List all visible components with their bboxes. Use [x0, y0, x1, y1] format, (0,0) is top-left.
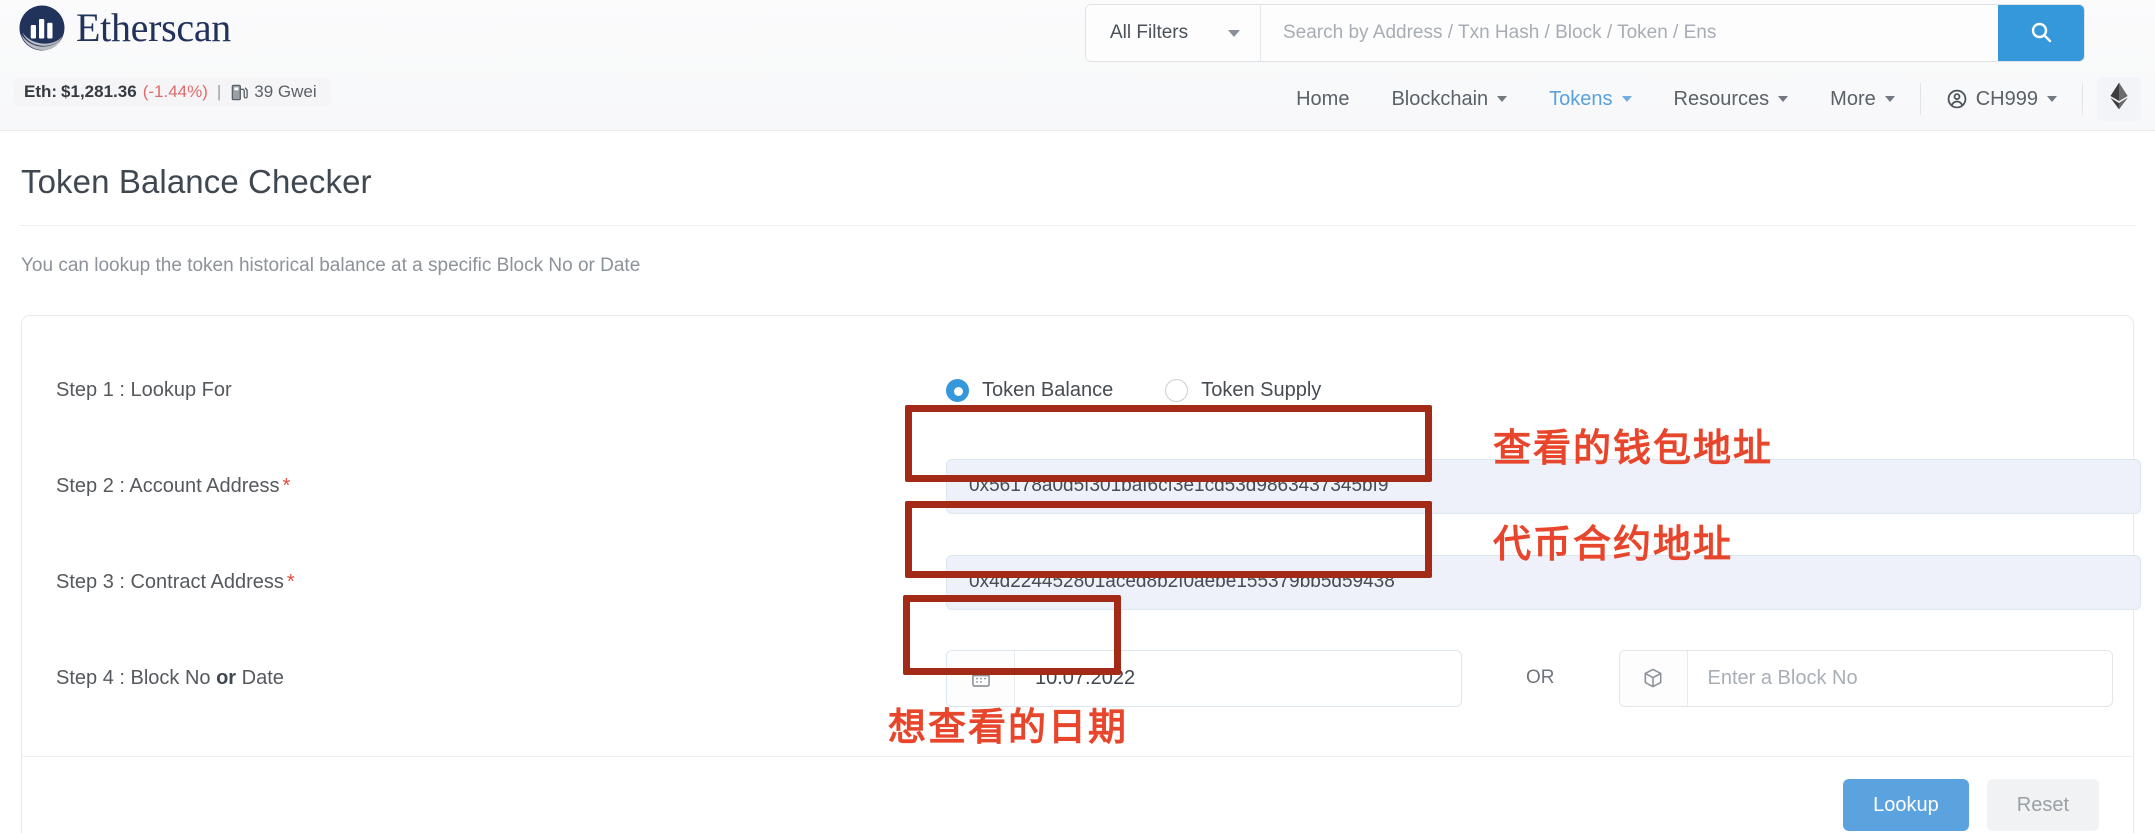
radio-token-balance[interactable]: Token Balance	[946, 378, 1114, 402]
step3-field	[946, 554, 2141, 610]
nav-item-blockchain[interactable]: Blockchain	[1370, 88, 1528, 111]
radio-token-balance-input[interactable]	[946, 378, 969, 402]
eth-price-value: $1,281.36	[61, 82, 137, 101]
date-input[interactable]	[1015, 650, 1461, 706]
etherscan-logo-icon	[18, 4, 66, 52]
nav-item-more[interactable]: More	[1809, 88, 1916, 111]
site-header: Etherscan Eth: $1,281.36 (-1.44%) | 39 G…	[0, 0, 2155, 131]
search-icon	[2029, 20, 2053, 47]
step4-label-post: Date	[236, 666, 284, 689]
step1-label: Step 1 : Lookup For	[56, 378, 232, 401]
chevron-down-icon	[1884, 96, 1895, 102]
form-row-step2: Step 2 : Account Address *	[22, 438, 2141, 534]
eth-price-label: Eth:	[24, 82, 58, 101]
eth-price-change: (-1.44%)	[142, 82, 208, 101]
eth-price-ticker: Eth: $1,281.36 (-1.44%) | 39 Gwei	[14, 77, 331, 107]
search-filter-label: All Filters	[1110, 22, 1189, 43]
search-submit-button[interactable]	[1998, 5, 2084, 61]
radio-token-supply[interactable]: Token Supply	[1165, 378, 1322, 402]
required-asterisk: *	[286, 570, 295, 593]
nav-label: Resources	[1673, 87, 1770, 110]
step1-field: Token Balance Token Supply	[946, 378, 2099, 402]
lookup-button[interactable]: Lookup	[1843, 779, 1969, 831]
form-row-step1: Step 1 : Lookup For Token Balance Token …	[22, 342, 2133, 438]
page-subtitle: You can lookup the token historical bala…	[21, 255, 641, 276]
chevron-down-icon	[1228, 29, 1240, 37]
user-circle-icon	[1946, 88, 1968, 110]
chevron-down-icon	[1497, 96, 1508, 102]
page-title: Token Balance Checker	[21, 163, 372, 200]
form-body: Step 1 : Lookup For Token Balance Token …	[22, 316, 2141, 726]
chevron-down-icon	[1621, 96, 1632, 102]
nav-label: More	[1830, 87, 1876, 110]
account-address-input[interactable]	[946, 458, 2141, 514]
nav-item-home[interactable]: Home	[1275, 88, 1370, 111]
step3-label: Step 3 : Contract Address *	[56, 571, 946, 594]
nav-item-tokens[interactable]: Tokens	[1528, 88, 1652, 111]
block-input-group	[1618, 649, 2113, 707]
search-input[interactable]	[1261, 5, 1998, 61]
chevron-down-icon	[2047, 96, 2057, 102]
nav-label: Blockchain	[1391, 87, 1489, 110]
step2-label-text: Step 2 : Account Address	[56, 474, 280, 497]
step2-label: Step 2 : Account Address *	[56, 475, 946, 498]
contract-address-input[interactable]	[946, 554, 2141, 610]
ticker-separator: |	[216, 82, 222, 101]
step4-label-or: or	[216, 666, 237, 689]
nav-item-resources[interactable]: Resources	[1653, 88, 1810, 111]
form-actions: Lookup Reset	[22, 757, 2133, 833]
cube-block-icon	[1619, 650, 1688, 706]
nav-divider	[1919, 83, 1921, 115]
step4-label-pre: Step 4 : Block No	[56, 666, 217, 689]
token-balance-form-card: Step 1 : Lookup For Token Balance Token …	[21, 315, 2141, 833]
form-row-step3: Step 3 : Contract Address *	[22, 534, 2141, 630]
reset-button[interactable]: Reset	[1986, 779, 2099, 831]
page-content: Token Balance Checker You can lookup the…	[0, 131, 2155, 833]
global-search-group: All Filters	[1085, 4, 2085, 62]
calendar-icon[interactable]	[947, 650, 1015, 706]
nav-label: Tokens	[1549, 87, 1613, 110]
gas-pump-icon	[230, 83, 249, 102]
gas-price-value: 39 Gwei	[254, 82, 317, 101]
step2-field	[946, 458, 2141, 514]
network-switch-button[interactable]	[2097, 77, 2141, 121]
step4-field: OR	[946, 649, 2113, 707]
step3-label-text: Step 3 : Contract Address	[56, 570, 284, 593]
brand-name: Etherscan	[76, 5, 231, 50]
account-username: CH999	[1975, 87, 2038, 110]
account-menu[interactable]: CH999	[1925, 88, 2078, 111]
radio-token-supply-input[interactable]	[1165, 378, 1189, 402]
radio-token-supply-label: Token Supply	[1201, 378, 1322, 401]
ethereum-diamond-icon	[2109, 82, 2129, 116]
nav-label: Home	[1296, 87, 1350, 110]
chevron-down-icon	[1778, 96, 1789, 102]
brand-home-link[interactable]: Etherscan	[18, 4, 231, 52]
search-filter-dropdown[interactable]: All Filters	[1086, 5, 1261, 61]
required-asterisk: *	[282, 474, 291, 497]
block-number-input[interactable]	[1687, 650, 2112, 706]
radio-token-balance-label: Token Balance	[982, 378, 1114, 401]
step4-label: Step 4 : Block No or Date	[56, 667, 946, 690]
form-row-step4: Step 4 : Block No or Date OR	[22, 630, 2133, 726]
nav-divider	[2082, 83, 2083, 115]
or-separator-label: OR	[1526, 667, 1555, 688]
date-input-group	[946, 649, 1462, 707]
main-navigation: Home Blockchain Tokens Resources More CH…	[1275, 74, 2155, 124]
